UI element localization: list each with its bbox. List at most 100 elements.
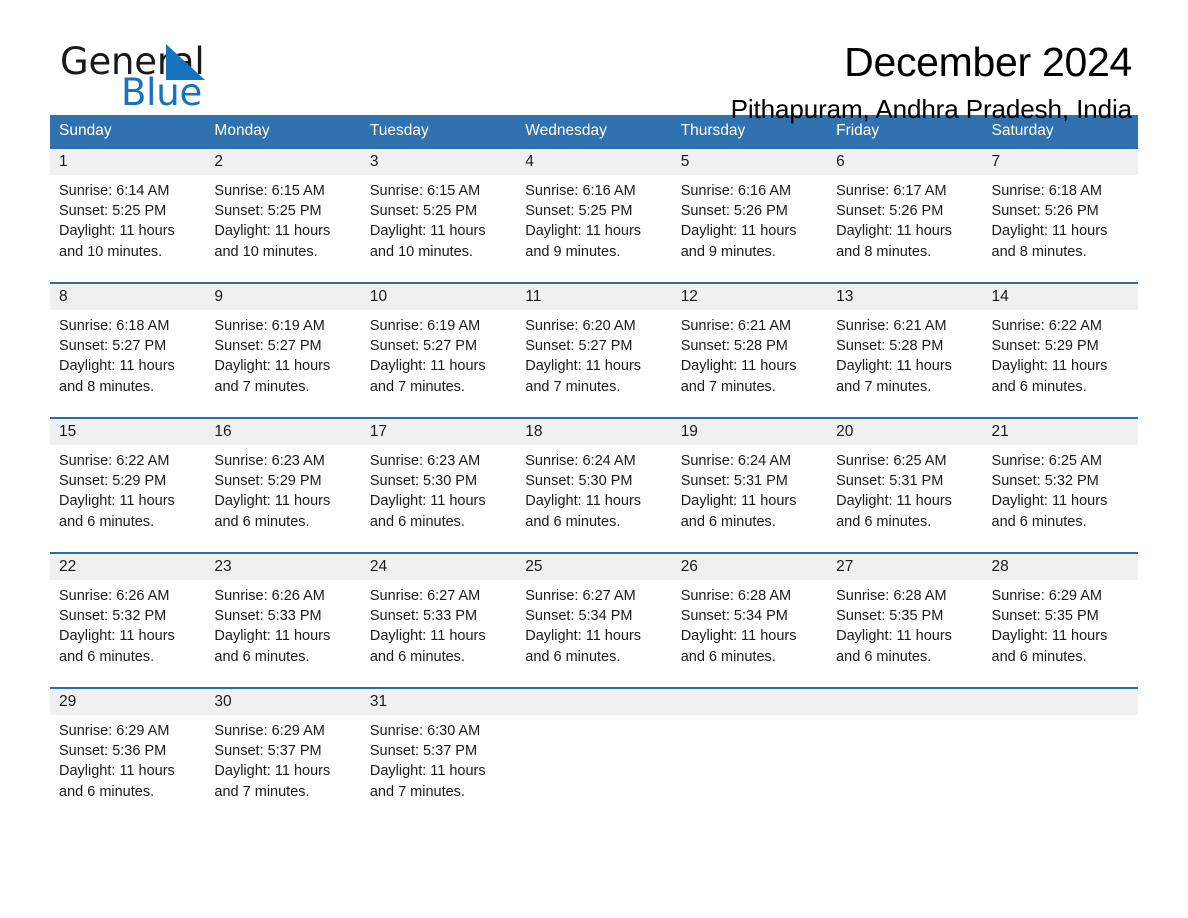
day-cell[interactable]: 2 Sunrise: 6:15 AM Sunset: 5:25 PM Dayli… xyxy=(205,149,361,282)
daylight-text: Daylight: 11 hours and 7 minutes. xyxy=(525,358,642,395)
day-details: Sunrise: 6:29 AM Sunset: 5:35 PM Dayligh… xyxy=(983,580,1138,667)
day-details: Sunrise: 6:17 AM Sunset: 5:26 PM Dayligh… xyxy=(827,175,982,262)
sunset-text: Sunset: 5:35 PM xyxy=(991,608,1099,625)
sunset-text: Sunset: 5:34 PM xyxy=(680,608,788,625)
sunset-text: Sunset: 5:30 PM xyxy=(369,473,478,490)
week-row: 8 Sunrise: 6:18 AM Sunset: 5:27 PM Dayli… xyxy=(50,282,1138,417)
day-details: Sunrise: 6:14 AM Sunset: 5:25 PM Dayligh… xyxy=(50,175,205,262)
day-cell[interactable]: 1 Sunrise: 6:14 AM Sunset: 5:25 PM Dayli… xyxy=(50,149,206,282)
day-number: 19 xyxy=(671,419,828,445)
day-cell[interactable]: 11 Sunrise: 6:20 AM Sunset: 5:27 PM Dayl… xyxy=(516,284,672,417)
day-cell[interactable]: 29 Sunrise: 6:29 AM Sunset: 5:36 PM Dayl… xyxy=(50,689,206,805)
sunrise-text: Sunrise: 6:29 AM xyxy=(214,723,325,739)
day-cell[interactable]: 19 Sunrise: 6:24 AM Sunset: 5:31 PM Dayl… xyxy=(671,419,828,552)
daylight-text: Daylight: 11 hours and 7 minutes. xyxy=(369,358,486,395)
day-cell[interactable]: 12 Sunrise: 6:21 AM Sunset: 5:28 PM Dayl… xyxy=(671,284,828,417)
daylight-text: Daylight: 11 hours and 6 minutes. xyxy=(991,358,1108,395)
day-cell[interactable]: 24 Sunrise: 6:27 AM Sunset: 5:33 PM Dayl… xyxy=(360,554,517,687)
day-number xyxy=(671,689,828,715)
day-number: 17 xyxy=(360,419,517,445)
day-cell[interactable]: 15 Sunrise: 6:22 AM Sunset: 5:29 PM Dayl… xyxy=(50,419,206,552)
daylight-text: Daylight: 11 hours and 6 minutes. xyxy=(369,628,486,665)
day-number xyxy=(827,689,983,715)
day-details: Sunrise: 6:22 AM Sunset: 5:29 PM Dayligh… xyxy=(50,445,205,532)
day-cell[interactable]: 31 Sunrise: 6:30 AM Sunset: 5:37 PM Dayl… xyxy=(360,689,517,805)
sunrise-text: Sunrise: 6:25 AM xyxy=(991,453,1102,469)
day-number: 15 xyxy=(50,419,206,445)
day-cell[interactable]: 25 Sunrise: 6:27 AM Sunset: 5:34 PM Dayl… xyxy=(516,554,672,687)
daylight-text: Daylight: 11 hours and 8 minutes. xyxy=(836,223,952,260)
day-cell[interactable]: 7 Sunrise: 6:18 AM Sunset: 5:26 PM Dayli… xyxy=(982,149,1138,282)
sunset-text: Sunset: 5:32 PM xyxy=(991,473,1099,490)
day-number: 12 xyxy=(671,284,828,310)
week-row: 15 Sunrise: 6:22 AM Sunset: 5:29 PM Dayl… xyxy=(50,417,1138,552)
sunrise-text: Sunrise: 6:19 AM xyxy=(369,318,481,334)
sunrise-text: Sunrise: 6:27 AM xyxy=(525,588,636,604)
day-cell[interactable]: 8 Sunrise: 6:18 AM Sunset: 5:27 PM Dayli… xyxy=(50,284,206,417)
day-cell[interactable]: 13 Sunrise: 6:21 AM Sunset: 5:28 PM Dayl… xyxy=(827,284,983,417)
day-cell[interactable]: 30 Sunrise: 6:29 AM Sunset: 5:37 PM Dayl… xyxy=(205,689,361,805)
day-number: 25 xyxy=(516,554,672,580)
sunrise-text: Sunrise: 6:18 AM xyxy=(991,183,1102,199)
day-details: Sunrise: 6:29 AM Sunset: 5:36 PM Dayligh… xyxy=(50,715,205,802)
day-cell[interactable]: 14 Sunrise: 6:22 AM Sunset: 5:29 PM Dayl… xyxy=(982,284,1138,417)
day-details: Sunrise: 6:16 AM Sunset: 5:26 PM Dayligh… xyxy=(672,175,827,262)
day-cell[interactable]: 16 Sunrise: 6:23 AM Sunset: 5:29 PM Dayl… xyxy=(205,419,361,552)
day-number: 14 xyxy=(982,284,1138,310)
day-cell[interactable]: 20 Sunrise: 6:25 AM Sunset: 5:31 PM Dayl… xyxy=(827,419,983,552)
sunset-text: Sunset: 5:27 PM xyxy=(525,338,633,355)
sunset-text: Sunset: 5:27 PM xyxy=(369,338,478,355)
day-number: 10 xyxy=(360,284,517,310)
day-number: 27 xyxy=(827,554,983,580)
day-cell[interactable]: 27 Sunrise: 6:28 AM Sunset: 5:35 PM Dayl… xyxy=(827,554,983,687)
sunrise-text: Sunrise: 6:25 AM xyxy=(836,453,947,469)
day-cell[interactable]: 6 Sunrise: 6:17 AM Sunset: 5:26 PM Dayli… xyxy=(827,149,983,282)
day-details: Sunrise: 6:28 AM Sunset: 5:34 PM Dayligh… xyxy=(672,580,827,667)
day-details: Sunrise: 6:23 AM Sunset: 5:30 PM Dayligh… xyxy=(361,445,516,532)
sunset-text: Sunset: 5:33 PM xyxy=(369,608,478,625)
sunset-text: Sunset: 5:30 PM xyxy=(525,473,633,490)
day-cell[interactable]: 18 Sunrise: 6:24 AM Sunset: 5:30 PM Dayl… xyxy=(516,419,672,552)
day-cell[interactable]: 10 Sunrise: 6:19 AM Sunset: 5:27 PM Dayl… xyxy=(360,284,517,417)
sunrise-text: Sunrise: 6:20 AM xyxy=(525,318,636,334)
day-cell[interactable]: 23 Sunrise: 6:26 AM Sunset: 5:33 PM Dayl… xyxy=(205,554,361,687)
sunrise-text: Sunrise: 6:30 AM xyxy=(369,723,481,739)
calendar-page: General Blue December 2024 Pithapuram, A… xyxy=(0,0,1188,918)
sunset-text: Sunset: 5:31 PM xyxy=(836,473,944,490)
day-cell[interactable]: 22 Sunrise: 6:26 AM Sunset: 5:32 PM Dayl… xyxy=(50,554,206,687)
day-number: 29 xyxy=(50,689,206,715)
sunrise-text: Sunrise: 6:23 AM xyxy=(369,453,481,469)
day-number: 31 xyxy=(360,689,517,715)
day-details: Sunrise: 6:15 AM Sunset: 5:25 PM Dayligh… xyxy=(205,175,360,262)
day-number: 21 xyxy=(982,419,1138,445)
sunrise-text: Sunrise: 6:29 AM xyxy=(991,588,1102,604)
day-cell[interactable]: 28 Sunrise: 6:29 AM Sunset: 5:35 PM Dayl… xyxy=(982,554,1138,687)
sunrise-text: Sunrise: 6:29 AM xyxy=(59,723,170,739)
day-cell[interactable]: 5 Sunrise: 6:16 AM Sunset: 5:26 PM Dayli… xyxy=(671,149,828,282)
sunrise-text: Sunrise: 6:27 AM xyxy=(369,588,481,604)
day-number: 26 xyxy=(671,554,828,580)
logo-text-blue: Blue xyxy=(121,71,203,114)
day-cell[interactable]: 21 Sunrise: 6:25 AM Sunset: 5:32 PM Dayl… xyxy=(982,419,1138,552)
sunrise-text: Sunrise: 6:16 AM xyxy=(680,183,792,199)
sunrise-text: Sunrise: 6:28 AM xyxy=(680,588,792,604)
sunset-text: Sunset: 5:29 PM xyxy=(214,473,322,490)
day-cell-empty xyxy=(982,689,1138,805)
day-cell[interactable]: 9 Sunrise: 6:19 AM Sunset: 5:27 PM Dayli… xyxy=(205,284,361,417)
day-cell[interactable]: 4 Sunrise: 6:16 AM Sunset: 5:25 PM Dayli… xyxy=(516,149,672,282)
sunset-text: Sunset: 5:31 PM xyxy=(680,473,788,490)
week-row: 29 Sunrise: 6:29 AM Sunset: 5:36 PM Dayl… xyxy=(50,687,1138,805)
sunrise-text: Sunrise: 6:17 AM xyxy=(836,183,947,199)
sunset-text: Sunset: 5:37 PM xyxy=(369,743,478,760)
sunset-text: Sunset: 5:27 PM xyxy=(59,338,167,355)
day-cell[interactable]: 3 Sunrise: 6:15 AM Sunset: 5:25 PM Dayli… xyxy=(360,149,517,282)
daylight-text: Daylight: 11 hours and 7 minutes. xyxy=(214,358,331,395)
sunrise-text: Sunrise: 6:22 AM xyxy=(991,318,1102,334)
day-cell[interactable]: 17 Sunrise: 6:23 AM Sunset: 5:30 PM Dayl… xyxy=(360,419,517,552)
daylight-text: Daylight: 11 hours and 7 minutes. xyxy=(369,763,486,800)
daylight-text: Daylight: 11 hours and 6 minutes. xyxy=(59,628,175,665)
day-number: 3 xyxy=(360,149,517,175)
day-number: 6 xyxy=(827,149,983,175)
day-cell[interactable]: 26 Sunrise: 6:28 AM Sunset: 5:34 PM Dayl… xyxy=(671,554,828,687)
day-details: Sunrise: 6:18 AM Sunset: 5:26 PM Dayligh… xyxy=(983,175,1138,262)
